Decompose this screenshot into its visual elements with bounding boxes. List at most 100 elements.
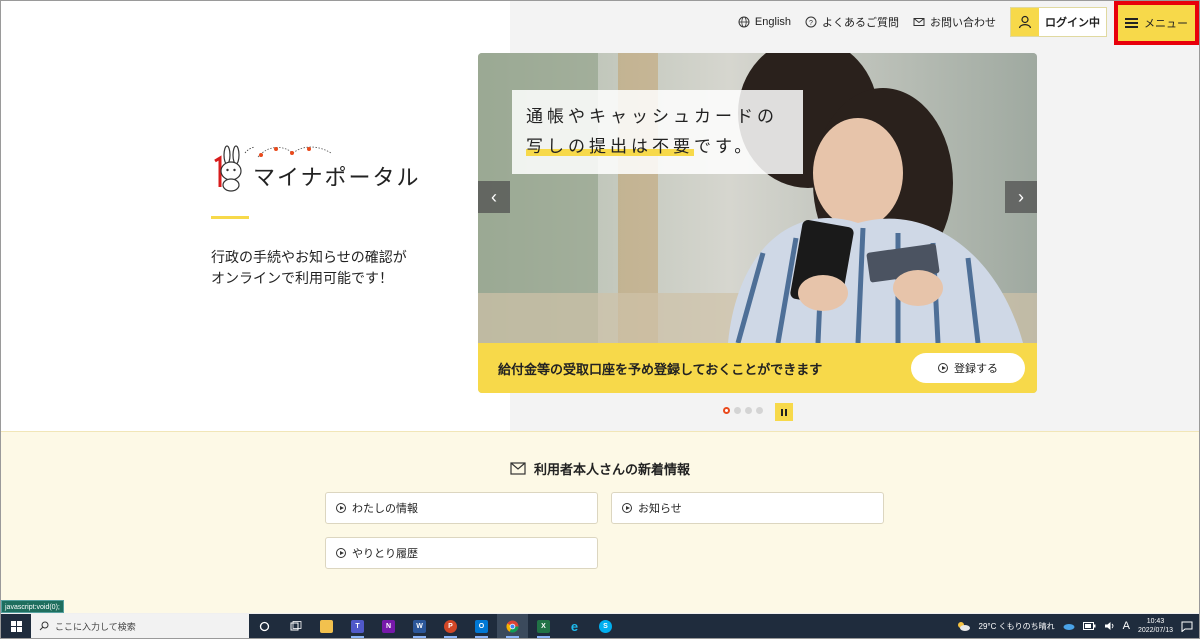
question-icon: ?: [805, 16, 817, 28]
play-circle-icon: [622, 503, 632, 513]
page: English ? よくあるご質問 お問い合わせ ログイン中 メニュー マイナポ…: [1, 1, 1199, 613]
hero-caption-rest: です。: [694, 137, 756, 156]
mail-icon: [913, 18, 925, 26]
globe-icon: [738, 16, 750, 28]
news-item-label: わたしの情報: [352, 503, 418, 515]
english-label: English: [754, 16, 791, 28]
task-view-button[interactable]: [280, 614, 311, 638]
carousel-dot[interactable]: [745, 407, 752, 414]
play-circle-icon: [336, 503, 346, 513]
hamburger-icon: [1125, 18, 1138, 28]
english-link[interactable]: English: [738, 16, 791, 28]
menu-button[interactable]: メニュー: [1114, 1, 1199, 45]
taskbar-app-chrome[interactable]: [497, 614, 528, 638]
onedrive-icon[interactable]: [1063, 622, 1075, 630]
taskbar-app-powerpoint[interactable]: P: [435, 614, 466, 638]
outlook-icon: O: [475, 619, 488, 633]
task-view-icon: [290, 620, 301, 630]
windows-taskbar: ここに入力して検索 T N W P O X e S 29°C くもりのち晴れ A…: [1, 614, 1199, 638]
start-button[interactable]: [1, 614, 31, 638]
carousel-pause-button[interactable]: [775, 403, 793, 421]
excel-icon: X: [537, 619, 550, 633]
hero-carousel: 通帳やキャッシュカードの 写しの提出は不要です。 ‹ › 給付金等の受取口座を予…: [478, 53, 1037, 393]
taskbar-app-explorer[interactable]: [311, 614, 342, 638]
notification-icon[interactable]: [1181, 621, 1193, 632]
weather-cloud-icon: [957, 622, 970, 631]
speaker-icon[interactable]: [1104, 621, 1115, 631]
register-label: 登録する: [954, 363, 998, 375]
taskbar-app-outlook[interactable]: O: [466, 614, 497, 638]
taskbar-app-skype[interactable]: S: [590, 614, 621, 638]
carousel-prev-button[interactable]: ‹: [478, 181, 510, 213]
menu-label: メニュー: [1144, 18, 1188, 30]
news-item-label: やりとり履歴: [352, 548, 418, 560]
word-icon: W: [413, 619, 426, 633]
taskbar-app-excel[interactable]: X: [528, 614, 559, 638]
carousel-dot[interactable]: [756, 407, 763, 414]
play-circle-icon: [336, 548, 346, 558]
skype-icon: S: [599, 619, 612, 633]
carousel-dot[interactable]: [723, 407, 730, 414]
taskbar-app-teams[interactable]: T: [342, 614, 373, 638]
tagline-line1: 行政の手続やお知らせの確認が: [211, 249, 407, 265]
news-title-text: 利用者本人さんの新着情報: [533, 462, 690, 477]
browser-status-bar: javascript:void(0);: [1, 600, 64, 613]
mail-icon: [510, 462, 526, 475]
taskbar-search[interactable]: ここに入力して検索: [31, 614, 249, 638]
cortana-button[interactable]: [249, 614, 280, 638]
internet-explorer-icon: e: [570, 618, 579, 634]
pause-icon: [781, 408, 783, 416]
folder-icon: [320, 619, 333, 633]
chrome-icon: [506, 620, 519, 633]
hero-caption: 通帳やキャッシュカードの 写しの提出は不要です。: [512, 90, 803, 174]
ime-indicator[interactable]: A: [1123, 620, 1130, 632]
hero-bar-text: 給付金等の受取口座を予め登録しておくことができます: [498, 361, 823, 377]
login-label: ログイン中: [1045, 17, 1100, 29]
hero-bar: 給付金等の受取口座を予め登録しておくことができます 登録する: [478, 343, 1037, 393]
news-my-info-button[interactable]: わたしの情報: [325, 492, 598, 524]
teams-icon: T: [351, 619, 364, 633]
windows-logo-icon: [10, 620, 22, 632]
clock-time: 10:43: [1146, 618, 1165, 625]
system-tray: 29°C くもりのち晴れ A 10:43 2022/07/13: [957, 614, 1200, 638]
site-logo[interactable]: マイナポータル: [211, 143, 421, 198]
news-section: 利用者本人さんの新着情報 わたしの情報 お知らせ やりとり履歴: [1, 431, 1199, 613]
tagline: 行政の手続やお知らせの確認が オンラインで利用可能です！: [211, 247, 407, 289]
tagline-line2: オンラインで利用可能です！: [211, 270, 393, 286]
logo-text: マイナポータル: [253, 165, 421, 190]
chevron-right-icon: ›: [1018, 186, 1024, 207]
taskbar-app-word[interactable]: W: [404, 614, 435, 638]
news-item-label: お知らせ: [638, 503, 682, 515]
login-button[interactable]: ログイン中: [1010, 7, 1107, 37]
taskbar-app-onenote[interactable]: N: [373, 614, 404, 638]
rabbit-mascot-icon: [214, 145, 255, 192]
hero-caption-highlight: 写しの提出は不要: [526, 137, 694, 156]
onenote-icon: N: [382, 619, 395, 633]
carousel-dot[interactable]: [734, 407, 741, 414]
svg-text:?: ?: [809, 20, 813, 27]
hero-caption-line2: 写しの提出は不要です。: [526, 132, 789, 162]
user-icon: [1011, 8, 1039, 36]
faq-link[interactable]: ? よくあるご質問: [805, 14, 899, 30]
news-history-button[interactable]: やりとり履歴: [325, 537, 598, 569]
brand-divider: [211, 216, 249, 219]
register-button[interactable]: 登録する: [911, 353, 1025, 383]
search-placeholder: ここに入力して検索: [55, 621, 136, 632]
carousel-next-button[interactable]: ›: [1005, 181, 1037, 213]
play-circle-icon: [938, 363, 948, 373]
contact-label: お問い合わせ: [930, 17, 996, 29]
contact-link[interactable]: お問い合わせ: [913, 14, 996, 30]
taskbar-clock[interactable]: 10:43 2022/07/13: [1138, 617, 1173, 635]
chevron-left-icon: ‹: [491, 186, 497, 207]
search-icon: [39, 621, 49, 631]
faq-label: よくあるご質問: [822, 17, 899, 29]
hero-caption-line1: 通帳やキャッシュカードの: [526, 107, 778, 126]
taskbar-apps: T N W P O X e S: [249, 614, 621, 638]
header-links: English ? よくあるご質問 お問い合わせ ログイン中: [738, 7, 1107, 37]
cortana-icon: [259, 621, 270, 631]
taskbar-app-ie[interactable]: e: [559, 614, 590, 638]
battery-icon[interactable]: [1082, 622, 1096, 630]
weather-text[interactable]: 29°C くもりのち晴れ: [979, 621, 1055, 632]
news-notices-button[interactable]: お知らせ: [611, 492, 884, 524]
powerpoint-icon: P: [444, 619, 457, 633]
